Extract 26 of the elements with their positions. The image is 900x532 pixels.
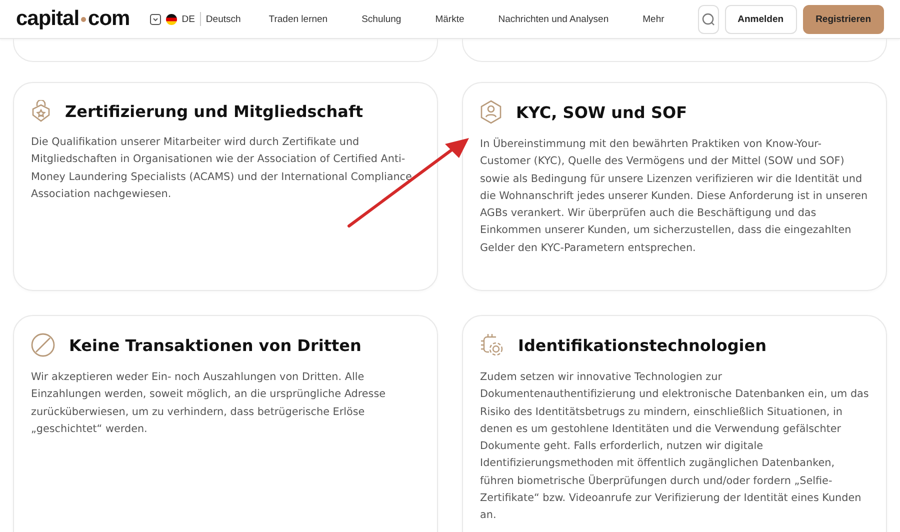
shield-lock-icon (31, 100, 51, 122)
person-hexagon-icon (480, 100, 502, 124)
gear-chip-icon (480, 333, 504, 357)
language-code[interactable]: DE (182, 14, 195, 24)
german-flag-icon (166, 14, 177, 24)
card-text: Wir akzeptieren weder Ein- noch Auszahlungen von Dritten. Alle Einzahlungen werden, soweit möglich, an die ursprüngliche Adresse zurücküberwiesen, um zu verhindern, dass betrügerische Erlöse „geschichtet“ werden. (31, 370, 386, 437)
card-title: Zertifizierung und Mitgliedschaft (65, 102, 364, 120)
login-button[interactable]: Anmelden (724, 4, 797, 34)
card-text: In Übereinstimmung mit den bewährten Praktiken von Know-Your-Customer (KYC), Quelle des Vermögens und der Mittel (SOW und SOF) sowie als Bedingung für unsere Lizenzen verifizieren wir die Identität und die Wohnanschrift jedes unserer Kunden. Diese Anforderung ist in unseren AGBs verankert. Wir überprüfen auch die Beschäftigung und das Einkommen unserer Kunden, um sicherzustellen, dass die eingezahlten Gelder den KYC-Parametern entsprechen. (480, 136, 869, 256)
search-button[interactable] (698, 4, 719, 34)
nav-link[interactable]: Märkte (435, 14, 464, 24)
search-icon (702, 12, 715, 26)
register-button[interactable]: Registrieren (802, 4, 884, 34)
prohibited-icon (31, 333, 55, 357)
dropdown-icon[interactable] (150, 14, 161, 24)
card-title: Identifikationstechnologien (518, 336, 767, 354)
card-title: Keine Transaktionen von Dritten (69, 336, 362, 354)
language-name[interactable]: Deutsch (206, 14, 241, 24)
card-text: Die Qualifikation unserer Mitarbeiter wird durch Zertifikate und Mitgliedschaften in Organisationen wie der Association of Certified Anti-Money Laundering Specialists (ACAMS) und der International Compliance Association nachgewiesen. (31, 135, 413, 202)
card-text: Zudem setzen wir innovative Technologien zur Dokumentenauthentifizierung und elektronische Datenbanken ein, um das Risiko des Identitätsbetrugs zu mindern, einschließlich Situationen, in denen es um gestohlene Identitäten und die Verwendung gefälschter Dokumente geht. Falls erforderlich, nutzen wir digitale Identifizierungsmethoden mit öffentlich zugänglichen Datenbanken, führen biometrische Überprüfungen durch und/oder fordern „Selfie-Zertifikate“ bzw. Videoanrufe zur Verifizierung der Identität eines Kunden an. (480, 370, 869, 524)
nav-link[interactable]: Nachrichten und Analysen (498, 14, 609, 24)
logo[interactable]: capital com (16, 7, 130, 31)
card-title: KYC, SOW und SOF (516, 102, 688, 122)
nav-link[interactable]: Mehr (642, 14, 664, 24)
nav-link[interactable]: Traden lernen (268, 14, 328, 24)
nav-link[interactable]: Schulung (362, 14, 402, 24)
